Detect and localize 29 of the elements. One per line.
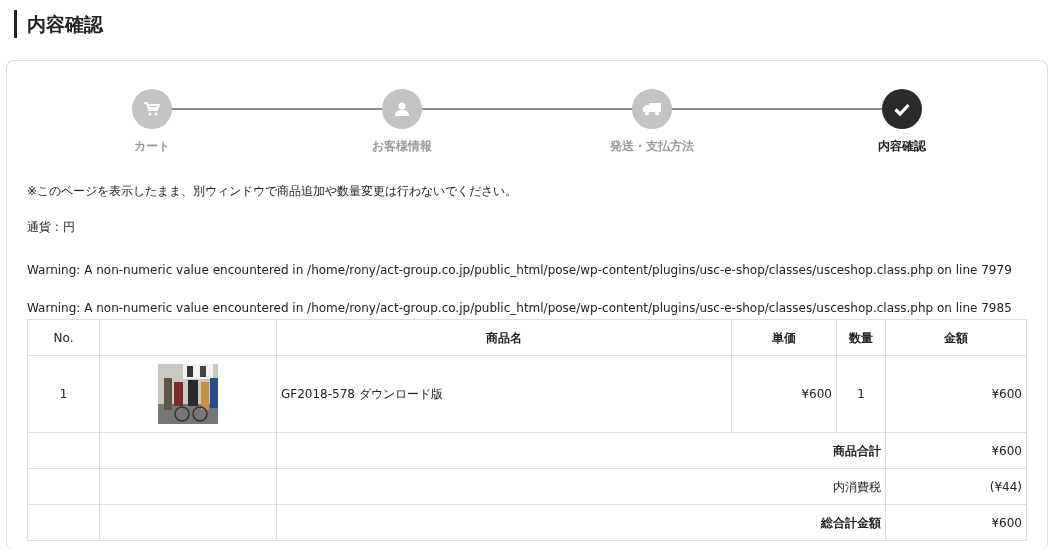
step-label: お客様情報 [372, 138, 432, 155]
summary-label: 総合計金額 [821, 515, 881, 530]
warning-text: Warning: A non-numeric value encountered in /home/rony/act-group.co.jp/public_html/pose/wp-content/plugins/usc-e-shop/classes/usceshop.class.php on line 7985 [27, 300, 1013, 316]
summary-value: (¥44) [989, 479, 1022, 494]
step-label: 発送・支払方法 [610, 138, 694, 155]
column-header: 商品名 [486, 330, 522, 345]
table-cell: 1 [857, 387, 865, 401]
table-cell: GF2018-578 ダウンロード版 [281, 387, 443, 401]
check-icon [894, 102, 910, 116]
step-label: 内容確認 [878, 138, 926, 155]
notice-text: ※このページを表示したまま、別ウィンドウで商品追加や数量変更は行わないでください。 [27, 183, 519, 199]
table-cell: ¥600 [991, 387, 1022, 401]
warning-text: Warning: A non-numeric value encountered in /home/rony/act-group.co.jp/public_html/pose/wp-content/plugins/usc-e-shop/classes/usceshop.class.php on line 7979 [27, 262, 1013, 278]
column-header: 金額 [944, 330, 968, 345]
page-heading: 内容確認 [14, 10, 1057, 38]
currency-text: 通貨 : 円 [27, 219, 76, 235]
summary-value: ¥600 [991, 515, 1022, 530]
summary-label: 商品合計 [833, 443, 881, 458]
column-header: 数量 [849, 330, 873, 345]
column-header: No. [53, 330, 74, 345]
truck-icon [643, 102, 661, 116]
column-header: 単価 [772, 330, 796, 345]
table-cell: 1 [59, 387, 68, 401]
person-icon [395, 102, 409, 116]
summary-label: 内消費税 [833, 479, 881, 494]
table-cell: ¥600 [801, 387, 832, 401]
cart-icon [144, 102, 160, 116]
summary-value: ¥600 [991, 443, 1022, 458]
step-label: カート [134, 138, 170, 155]
